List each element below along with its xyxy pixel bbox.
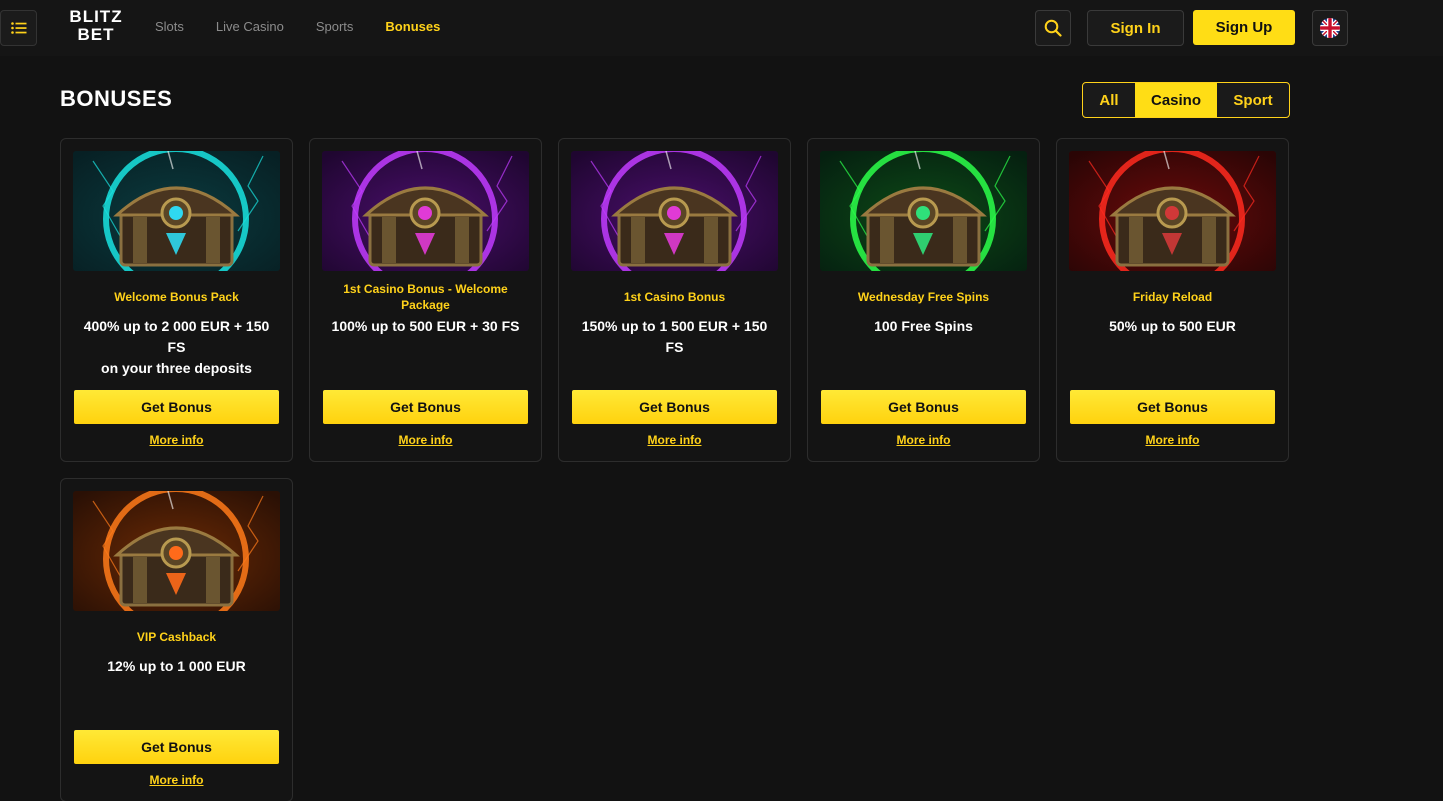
bonus-title: Friday Reload: [1132, 290, 1213, 304]
bonus-title: Wednesday Free Spins: [857, 290, 990, 304]
bonus-card: Wednesday Free Spins 100 Free Spins Get …: [807, 138, 1040, 462]
nav-slots[interactable]: Slots: [155, 19, 184, 34]
search-icon: [1044, 19, 1062, 37]
get-bonus-button[interactable]: Get Bonus: [74, 730, 279, 764]
treasure-chest-image[interactable]: [1069, 151, 1276, 271]
bonus-card: VIP Cashback 12% up to 1 000 EUR Get Bon…: [60, 478, 293, 801]
bonus-offer: 150% up to 1 500 EUR + 150 FS: [581, 318, 768, 355]
bonus-description: 400% up to 2 000 EUR + 150 FS on your th…: [73, 316, 280, 379]
bonus-card: 1st Casino Bonus - Welcome Package 100% …: [309, 138, 542, 462]
treasure-chest-image[interactable]: [820, 151, 1027, 271]
bonus-title: 1st Casino Bonus: [623, 290, 726, 304]
bonus-description: 50% up to 500 EUR: [1069, 316, 1276, 337]
bonus-title: 1st Casino Bonus - Welcome Package: [343, 282, 508, 312]
get-bonus-button[interactable]: Get Bonus: [821, 390, 1026, 424]
treasure-chest-image[interactable]: [322, 151, 529, 271]
bonus-card: Friday Reload 50% up to 500 EUR Get Bonu…: [1056, 138, 1289, 462]
bonus-offer: 100 Free Spins: [874, 318, 973, 334]
list-icon: [10, 22, 27, 34]
get-bonus-button[interactable]: Get Bonus: [572, 390, 777, 424]
more-info-link[interactable]: More info: [61, 773, 292, 787]
filter-sport[interactable]: Sport: [1217, 83, 1289, 117]
nav-bonuses[interactable]: Bonuses: [385, 19, 440, 34]
main-nav: Slots Live Casino Sports Bonuses: [155, 19, 472, 34]
bonus-offer: 100% up to 500 EUR + 30 FS: [331, 318, 520, 334]
menu-button[interactable]: [0, 10, 37, 46]
treasure-chest-image[interactable]: [571, 151, 778, 271]
bonus-description: 12% up to 1 000 EUR: [73, 656, 280, 677]
bonus-title: Welcome Bonus Pack: [114, 290, 239, 304]
treasure-chest-image[interactable]: [73, 491, 280, 611]
nav-sports[interactable]: Sports: [316, 19, 354, 34]
more-info-link[interactable]: More info: [61, 433, 292, 447]
more-info-link[interactable]: More info: [310, 433, 541, 447]
bonus-offer: 400% up to 2 000 EUR + 150 FS: [83, 318, 270, 355]
logo-line-1: BLITZ: [69, 7, 123, 26]
bonus-description: 100% up to 500 EUR + 30 FS: [322, 316, 529, 337]
blitzbet-logo[interactable]: BLITZ BET: [60, 8, 132, 48]
get-bonus-button[interactable]: Get Bonus: [323, 390, 528, 424]
bonus-category-filter: All Casino Sport: [1082, 82, 1290, 118]
logo-line-2: BET: [77, 25, 115, 44]
bonus-card: Welcome Bonus Pack 400% up to 2 000 EUR …: [60, 138, 293, 462]
treasure-chest-image[interactable]: [73, 151, 280, 271]
bonus-offer: 50% up to 500 EUR: [1109, 318, 1236, 334]
bonus-card: 1st Casino Bonus 150% up to 1 500 EUR + …: [558, 138, 791, 462]
filter-all[interactable]: All: [1083, 83, 1135, 117]
sign-up-button[interactable]: Sign Up: [1193, 10, 1295, 45]
bonus-description: 100 Free Spins: [820, 316, 1027, 337]
language-selector[interactable]: [1312, 10, 1348, 46]
more-info-link[interactable]: More info: [808, 433, 1039, 447]
get-bonus-button[interactable]: Get Bonus: [1070, 390, 1275, 424]
bonus-offer: 12% up to 1 000 EUR: [107, 658, 246, 674]
filter-casino[interactable]: Casino: [1135, 83, 1217, 117]
top-header: BLITZ BET Slots Live Casino Sports Bonus…: [0, 0, 1443, 56]
bonus-offer-detail: on your three deposits: [101, 360, 252, 376]
page-title: BONUSES: [60, 86, 173, 111]
more-info-link[interactable]: More info: [559, 433, 790, 447]
bonus-description: 150% up to 1 500 EUR + 150 FS: [571, 316, 778, 358]
search-button[interactable]: [1035, 10, 1071, 46]
nav-live-casino[interactable]: Live Casino: [216, 19, 284, 34]
sign-in-button[interactable]: Sign In: [1087, 10, 1184, 46]
bonus-title: VIP Cashback: [136, 630, 217, 644]
uk-flag-icon: [1320, 18, 1340, 38]
more-info-link[interactable]: More info: [1057, 433, 1288, 447]
get-bonus-button[interactable]: Get Bonus: [74, 390, 279, 424]
